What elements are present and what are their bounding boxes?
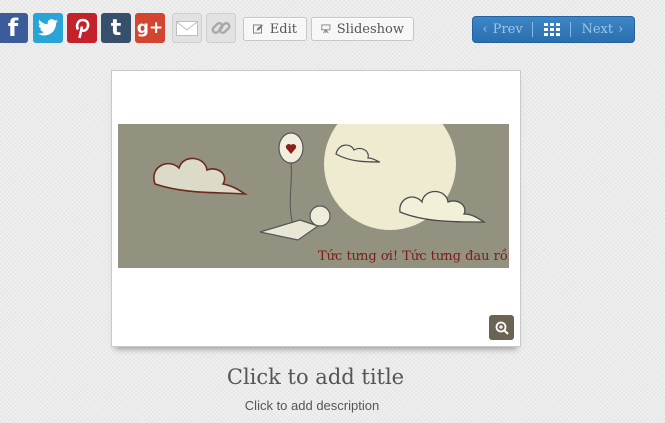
zoom-button[interactable] xyxy=(489,315,514,340)
prev-button[interactable]: ‹ Prev xyxy=(473,17,532,42)
facebook-icon: f xyxy=(7,14,19,42)
email-share-button[interactable] xyxy=(172,13,202,43)
slideshow-button[interactable]: Slideshow xyxy=(311,17,414,41)
next-label: Next xyxy=(581,22,614,37)
photo-description[interactable]: Click to add description xyxy=(0,398,624,413)
photo-image[interactable]: Tức tưng ơi! Tức tưng đau rồi xyxy=(118,124,509,268)
google-plus-icon: g+ xyxy=(136,18,164,38)
slideshow-label: Slideshow xyxy=(336,21,404,37)
grid-icon xyxy=(543,23,560,36)
photo-card: Tức tưng ơi! Tức tưng đau rồi xyxy=(111,70,521,347)
copy-link-button[interactable] xyxy=(206,13,236,43)
next-button[interactable]: Next › xyxy=(571,17,634,42)
edit-button[interactable]: Edit xyxy=(243,17,307,41)
prev-label: Prev xyxy=(492,22,523,37)
photo-title[interactable]: Click to add title xyxy=(0,365,631,389)
chain-link-icon xyxy=(211,22,231,34)
google-plus-share-button[interactable]: g+ xyxy=(135,13,165,43)
pinterest-share-button[interactable] xyxy=(67,13,97,43)
grid-view-button[interactable] xyxy=(532,22,571,37)
chevron-left-icon: ‹ xyxy=(482,22,488,37)
gallery-navigation: ‹ Prev Next › xyxy=(472,16,635,43)
envelope-icon xyxy=(176,20,198,36)
edit-label: Edit xyxy=(269,21,297,37)
photo-overlay-text: Tức tưng ơi! Tức tưng đau rồi xyxy=(318,248,509,264)
twitter-icon xyxy=(37,19,58,36)
tumblr-share-button[interactable]: t xyxy=(101,13,131,43)
slideshow-icon xyxy=(321,24,331,34)
facebook-share-button[interactable]: f xyxy=(0,13,28,43)
pinterest-icon xyxy=(75,18,90,39)
edit-icon xyxy=(253,24,263,34)
tumblr-icon: t xyxy=(110,15,122,41)
chevron-right-icon: › xyxy=(618,22,624,37)
zoom-in-icon xyxy=(495,321,509,335)
twitter-share-button[interactable] xyxy=(33,13,63,43)
